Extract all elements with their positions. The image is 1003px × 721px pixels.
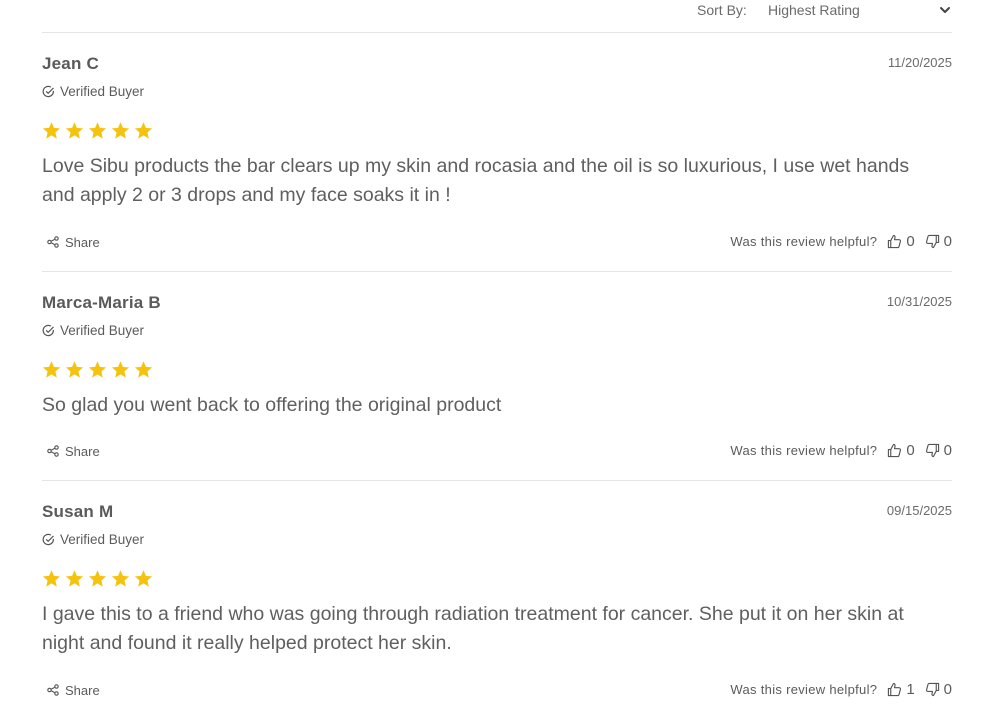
star-icon [111, 122, 130, 139]
thumbs-down-count: 0 [943, 441, 952, 459]
share-icon [47, 445, 59, 457]
divider [42, 32, 952, 33]
star-icon [42, 122, 61, 139]
thumbs-up-count: 1 [906, 680, 915, 698]
review-body: So glad you went back to offering the or… [42, 394, 502, 416]
review-author: Susan M [42, 502, 114, 521]
star-icon [134, 361, 153, 378]
star-rating [41, 121, 154, 141]
thumbs-up-button[interactable]: 0 [887, 232, 915, 250]
divider [42, 271, 952, 272]
verified-badge: Verified Buyer [42, 531, 144, 547]
helpful-votes: Was this review helpful? 0 0 [730, 232, 952, 250]
verified-label: Verified Buyer [60, 83, 145, 99]
verified-badge: Verified Buyer [42, 322, 144, 338]
star-icon [111, 570, 130, 587]
review-body: I gave this to a friend who was going th… [42, 603, 904, 654]
sort-select[interactable]: Highest Rating [762, 0, 954, 20]
share-button[interactable]: Share [47, 234, 100, 250]
thumbs-up-icon [887, 682, 902, 697]
thumbs-down-icon [925, 443, 940, 458]
thumbs-up-button[interactable]: 1 [887, 680, 915, 698]
helpful-votes: Was this review helpful? 0 0 [730, 441, 952, 459]
share-button[interactable]: Share [47, 682, 100, 698]
star-icon [134, 122, 153, 139]
thumbs-down-icon [925, 682, 940, 697]
star-icon [65, 361, 84, 378]
share-label: Share [65, 682, 100, 698]
review-date: 09/15/2025 [886, 503, 952, 518]
thumbs-down-button[interactable]: 0 [925, 681, 952, 698]
star-rating [41, 569, 154, 589]
share-icon [47, 236, 59, 248]
star-icon [42, 361, 61, 378]
star-icon [88, 122, 107, 139]
check-circle-icon [42, 324, 55, 337]
verified-badge: Verified Buyer [42, 83, 144, 99]
share-icon [47, 684, 59, 696]
star-rating [41, 360, 154, 380]
helpful-votes: Was this review helpful? 1 0 [730, 680, 952, 698]
thumbs-up-icon [887, 443, 902, 458]
sort-bar: Sort By: Highest Rating [0, 0, 1003, 20]
sort-label: Sort By: [697, 2, 747, 18]
share-label: Share [65, 443, 100, 459]
helpful-question: Was this review helpful? [730, 681, 878, 697]
review-date: 10/31/2025 [886, 294, 952, 309]
star-icon [65, 570, 84, 587]
thumbs-down-count: 0 [943, 232, 952, 250]
star-icon [88, 361, 107, 378]
verified-label: Verified Buyer [60, 531, 145, 547]
thumbs-down-button[interactable]: 0 [925, 442, 952, 459]
star-icon [111, 361, 130, 378]
thumbs-down-button[interactable]: 0 [925, 233, 952, 250]
star-icon [88, 570, 107, 587]
review-body: Love Sibu products the bar clears up my … [42, 155, 910, 206]
check-circle-icon [42, 533, 55, 546]
verified-label: Verified Buyer [60, 322, 145, 338]
thumbs-up-count: 0 [906, 232, 915, 250]
share-label: Share [65, 234, 100, 250]
share-button[interactable]: Share [47, 443, 100, 459]
review-date: 11/20/2025 [887, 55, 952, 70]
thumbs-down-count: 0 [943, 680, 952, 698]
sort-select-value: Highest Rating [768, 2, 860, 18]
thumbs-up-icon [887, 234, 902, 249]
review-author: Marca-Maria B [42, 293, 161, 312]
review-author: Jean C [42, 54, 99, 73]
star-icon [65, 122, 84, 139]
thumbs-up-count: 0 [906, 441, 915, 459]
divider [42, 480, 952, 481]
check-circle-icon [42, 85, 55, 98]
star-icon [134, 570, 153, 587]
helpful-question: Was this review helpful? [730, 233, 878, 249]
helpful-question: Was this review helpful? [730, 442, 878, 458]
thumbs-up-button[interactable]: 0 [887, 441, 915, 459]
chevron-down-icon [938, 3, 952, 17]
thumbs-down-icon [925, 234, 940, 249]
star-icon [42, 570, 61, 587]
